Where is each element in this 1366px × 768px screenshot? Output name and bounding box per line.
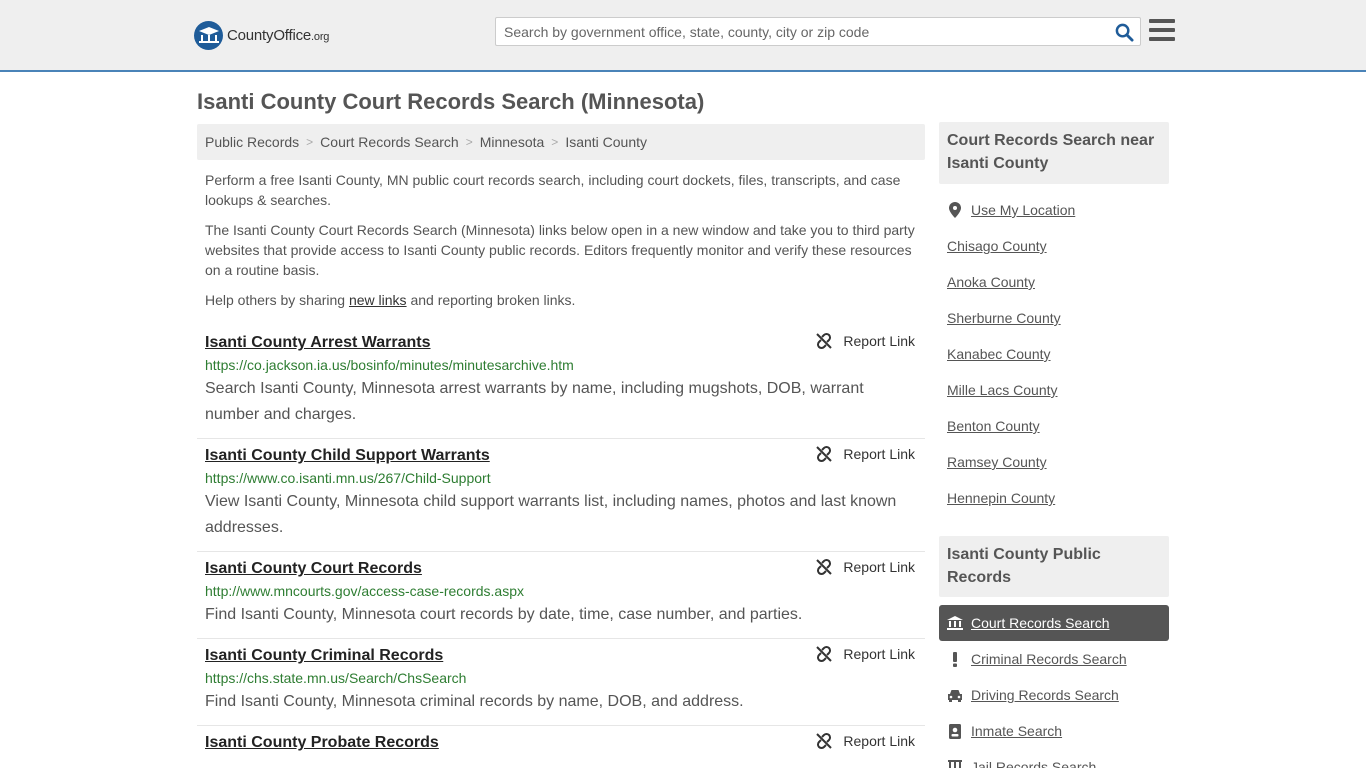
search-input[interactable] (496, 18, 1106, 45)
sidebar-nearby-county[interactable]: Sherburne County (939, 300, 1169, 336)
result-url: https://chs.state.mn.us/Search/ChsSearch (205, 670, 467, 686)
result-url: https://www.co.isanti.mn.us/267/Child-Su… (205, 470, 491, 486)
result-description: Find Isanti County, Minnesota court reco… (205, 606, 803, 623)
result-title-link[interactable]: Isanti County Court Records (205, 558, 422, 579)
breadcrumb-item-court-records-search[interactable]: Court Records Search (320, 134, 459, 150)
sidebar-item-jail-records-search[interactable]: Jail Records Search (939, 749, 1169, 768)
result-description: Search Isanti County, Minnesota arrest w… (205, 380, 864, 423)
sidebar-nearby-county[interactable]: Hennepin County (939, 480, 1169, 516)
search-button[interactable] (1114, 22, 1134, 42)
new-links-link[interactable]: new links (349, 292, 407, 308)
sidebar-nearby-county[interactable]: Mille Lacs County (939, 372, 1169, 408)
result-description: View Isanti County, Minnesota child supp… (205, 493, 897, 536)
sidebar-nearby-county[interactable]: Kanabec County (939, 336, 1169, 372)
report-link-button[interactable]: Report Link (815, 558, 915, 576)
sidebar-item-court-records-search[interactable]: Court Records Search (939, 605, 1169, 641)
sidebar-nearby-county[interactable]: Chisago County (939, 228, 1169, 264)
intro-paragraph-2: The Isanti County Court Records Search (… (205, 222, 915, 278)
sidebar-public-records-heading: Isanti County Public Records (939, 536, 1169, 597)
use-my-location-link[interactable]: Use My Location (939, 192, 1169, 228)
exclamation-icon (947, 651, 963, 667)
search-box (495, 17, 1141, 46)
result-item: Isanti County Probate Records Report Lin… (197, 726, 925, 763)
result-title-link[interactable]: Isanti County Criminal Records (205, 645, 443, 666)
result-item: Isanti County Child Support Warrants Rep… (197, 439, 925, 552)
breadcrumb-separator-icon: > (551, 135, 559, 149)
sidebar-item-inmate-search[interactable]: Inmate Search (939, 713, 1169, 749)
broken-link-icon (815, 332, 833, 350)
intro-paragraph-3: Help others by sharing new links and rep… (205, 292, 576, 308)
jail-icon (947, 759, 963, 768)
car-icon (947, 687, 963, 703)
sidebar-item-criminal-records-search[interactable]: Criminal Records Search (939, 641, 1169, 677)
result-item: Isanti County Criminal Records Report Li… (197, 639, 925, 726)
result-item: Isanti County Court Records Report Link … (197, 552, 925, 639)
breadcrumb-item-minnesota[interactable]: Minnesota (480, 134, 545, 150)
broken-link-icon (815, 645, 833, 663)
site-logo[interactable]: CountyOffice.org (194, 20, 329, 50)
sidebar-nearby-heading: Court Records Search near Isanti County (939, 122, 1169, 184)
site-header: CountyOffice.org (0, 0, 1366, 72)
logo-seal-icon (194, 20, 223, 50)
map-marker-icon (947, 202, 963, 218)
results-list: Isanti County Arrest Warrants Report Lin… (197, 326, 925, 763)
result-title-link[interactable]: Isanti County Child Support Warrants (205, 445, 490, 466)
sidebar-nearby-county[interactable]: Benton County (939, 408, 1169, 444)
sidebar-nearby-list: Use My Location Chisago County Anoka Cou… (939, 192, 1169, 516)
report-link-button[interactable]: Report Link (815, 732, 915, 750)
result-url: http://www.mncourts.gov/access-case-reco… (205, 583, 525, 599)
logo-text: CountyOffice.org (227, 26, 330, 44)
result-description: Find Isanti County, Minnesota criminal r… (205, 693, 744, 710)
intro-paragraph-1: Perform a free Isanti County, MN public … (205, 172, 901, 208)
result-title-link[interactable]: Isanti County Probate Records (205, 732, 439, 753)
sidebar-nearby-county[interactable]: Anoka County (939, 264, 1169, 300)
breadcrumb-separator-icon: > (465, 135, 473, 149)
broken-link-icon (815, 732, 833, 750)
hamburger-menu-icon[interactable] (1149, 19, 1175, 43)
page-title: Isanti County Court Records Search (Minn… (197, 89, 705, 114)
report-link-button[interactable]: Report Link (815, 445, 915, 463)
breadcrumb-item-isanti-county[interactable]: Isanti County (565, 134, 647, 150)
report-link-button[interactable]: Report Link (815, 332, 915, 350)
result-item: Isanti County Arrest Warrants Report Lin… (197, 326, 925, 439)
sidebar-public-records-list: Court Records Search Criminal Records Se… (939, 605, 1169, 768)
breadcrumb: Public Records > Court Records Search > … (197, 124, 925, 160)
broken-link-icon (815, 558, 833, 576)
report-link-button[interactable]: Report Link (815, 645, 915, 663)
courthouse-icon (947, 615, 963, 631)
result-title-link[interactable]: Isanti County Arrest Warrants (205, 332, 431, 353)
breadcrumb-item-public-records[interactable]: Public Records (205, 134, 299, 150)
breadcrumb-separator-icon: > (306, 135, 314, 149)
sidebar-item-driving-records-search[interactable]: Driving Records Search (939, 677, 1169, 713)
search-icon (1115, 23, 1134, 42)
id-badge-icon (947, 723, 963, 739)
result-url: https://co.jackson.ia.us/bosinfo/minutes… (205, 357, 574, 373)
broken-link-icon (815, 445, 833, 463)
sidebar-nearby-county[interactable]: Ramsey County (939, 444, 1169, 480)
